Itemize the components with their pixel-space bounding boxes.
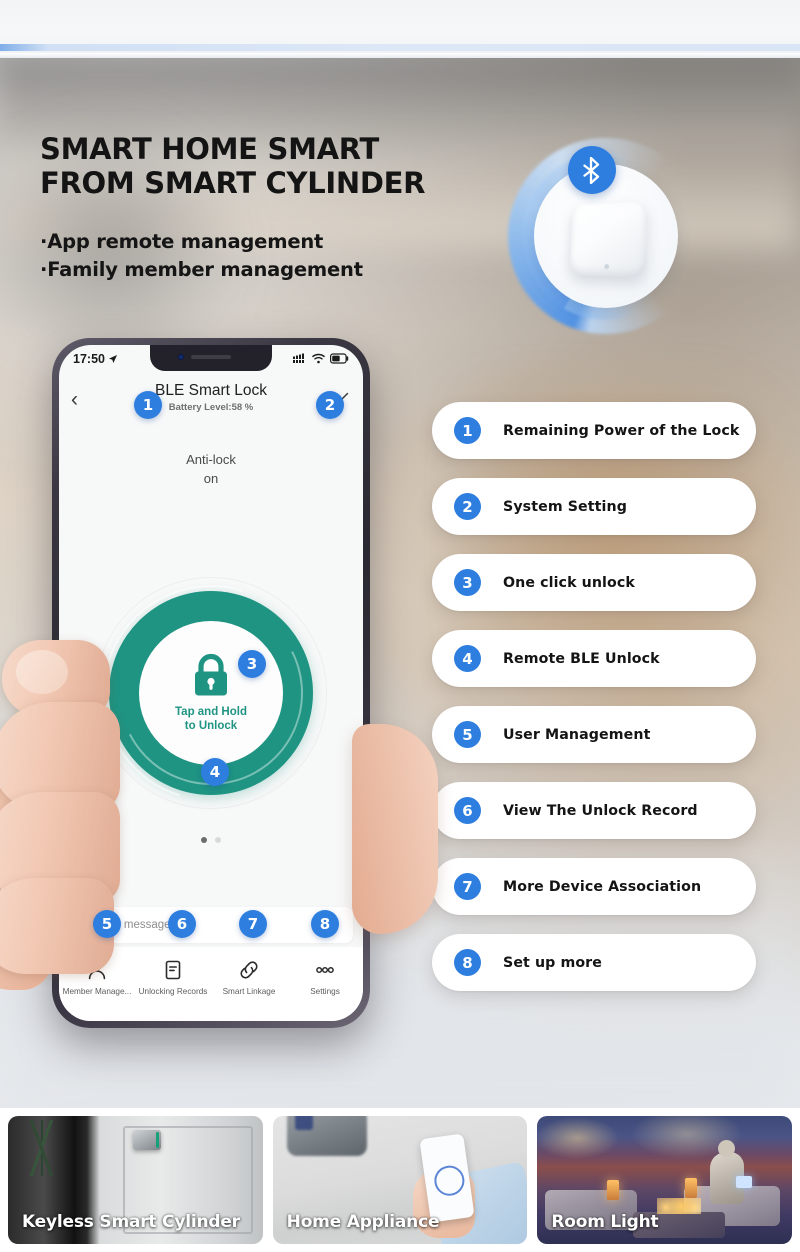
unlock-instruction-line-2: to Unlock [184, 720, 238, 732]
feature-label: One click unlock [503, 574, 635, 591]
feature-label: More Device Association [503, 878, 702, 895]
callout-badge-7: 7 [239, 910, 267, 938]
callout-badge-2: 2 [316, 391, 344, 419]
document-icon [165, 960, 181, 980]
anti-lock-status: Anti-lock on [59, 450, 363, 488]
page-dot-active[interactable] [201, 837, 207, 843]
smart-gateway-device [569, 201, 647, 278]
wifi-icon [312, 353, 325, 364]
bullet-item-2: ·Family member management [40, 258, 363, 281]
person-icon [88, 960, 106, 980]
anti-lock-label: Anti-lock [186, 452, 236, 467]
smart-lock-device [133, 1130, 161, 1150]
feature-number: 1 [454, 417, 481, 444]
anti-lock-state: on [203, 471, 219, 486]
headline-line-1: SMART HOME SMART [40, 132, 379, 166]
tab-smart-linkage[interactable]: Smart Linkage [211, 959, 287, 996]
robot-vacuum [286, 1116, 367, 1156]
top-banner-strip [0, 0, 800, 58]
tab-label: Member Manage... [62, 987, 132, 996]
callout-badge-5: 5 [93, 910, 121, 938]
blue-accent-line [0, 44, 800, 51]
feature-number: 7 [454, 873, 481, 900]
tablet-device [736, 1176, 753, 1188]
callout-badge-6: 6 [168, 910, 196, 938]
battery-icon [330, 353, 349, 364]
feature-item-5[interactable]: 5 User Management [432, 706, 756, 763]
callout-badge-3: 3 [238, 650, 266, 678]
more-dots-icon [316, 966, 334, 974]
thumbnail-caption: Keyless Smart Cylinder [22, 1212, 240, 1232]
page-dot-inactive[interactable] [215, 837, 221, 843]
feature-number: 6 [454, 797, 481, 824]
feature-item-4[interactable]: 4 Remote BLE Unlock [432, 630, 756, 687]
headline-line-2: FROM SMART CYLINDER [40, 166, 426, 200]
callout-badge-8: 8 [311, 910, 339, 938]
front-camera-icon [178, 354, 184, 360]
unlock-inner-circle[interactable]: Tap and Hold to Unlock [139, 621, 283, 765]
feature-item-7[interactable]: 7 More Device Association [432, 858, 756, 915]
application-thumbnails: Keyless Smart Cylinder Home Appliance Ro… [0, 1108, 800, 1252]
feature-number: 8 [454, 949, 481, 976]
plant-decor [20, 1120, 64, 1176]
callout-badge-1: 1 [134, 391, 162, 419]
feature-item-2[interactable]: 2 System Setting [432, 478, 756, 535]
bluetooth-gateway-graphic [508, 132, 706, 340]
thumbnail-caption: Room Light [551, 1212, 659, 1232]
thumbnail-room-light[interactable]: Room Light [537, 1116, 793, 1244]
feature-number: 2 [454, 493, 481, 520]
signal-bars-icon [293, 353, 304, 363]
earpiece-speaker [191, 355, 231, 359]
feature-item-1[interactable]: 1 Remaining Power of the Lock [432, 402, 756, 459]
feature-label: System Setting [503, 498, 627, 515]
thumbnail-home-appliance[interactable]: Home Appliance [272, 1116, 528, 1244]
tab-unlocking-records[interactable]: Unlocking Records [135, 959, 211, 996]
feature-label: Set up more [503, 954, 603, 971]
callout-badge-4: 4 [201, 758, 229, 786]
tab-label: Unlocking Records [138, 987, 208, 996]
phone-notch [150, 345, 272, 371]
tab-settings[interactable]: Settings [287, 959, 363, 996]
bottom-tab-bar: Member Manage... Unlocking Records Smart… [59, 947, 363, 1021]
padlock-icon [195, 653, 227, 696]
table-lamp-left [607, 1180, 620, 1200]
feature-number: 3 [454, 569, 481, 596]
status-bar-icons [293, 353, 349, 364]
feature-item-6[interactable]: 6 View The Unlock Record [432, 782, 756, 839]
fire-pit [657, 1198, 702, 1214]
feature-number: 4 [454, 645, 481, 672]
feature-label: View The Unlock Record [503, 802, 698, 819]
thumbnail-keyless-smart-cylinder[interactable]: Keyless Smart Cylinder [8, 1116, 263, 1244]
feature-label: Remote BLE Unlock [503, 650, 660, 667]
tab-label: Settings [310, 987, 340, 996]
table-lamp-right [685, 1178, 698, 1198]
feature-item-8[interactable]: 8 Set up more [432, 934, 756, 991]
link-icon [240, 961, 258, 979]
feature-item-3[interactable]: 3 One click unlock [432, 554, 756, 611]
page-indicator[interactable] [59, 837, 363, 843]
tab-member-management[interactable]: Member Manage... [59, 959, 135, 996]
location-arrow-icon [108, 354, 117, 363]
status-bar-time-group: 17:50 [73, 352, 118, 366]
headline-bullets: ·App remote management ·Family member ma… [40, 228, 460, 284]
bullet-item-1: ·App remote management [40, 230, 324, 253]
feature-list: 1 Remaining Power of the Lock 2 System S… [432, 402, 756, 1010]
thumbnail-caption: Home Appliance [286, 1212, 440, 1232]
status-bar-time: 17:50 [73, 351, 105, 366]
feature-number: 5 [454, 721, 481, 748]
unlock-instruction: Tap and Hold to Unlock [175, 705, 247, 733]
feature-label: User Management [503, 726, 651, 743]
feature-label: Remaining Power of the Lock [503, 422, 740, 439]
tab-label: Smart Linkage [222, 987, 276, 996]
bluetooth-icon [568, 146, 616, 194]
page-title: SMART HOME SMART FROM SMART CYLINDER [40, 132, 460, 200]
unlock-instruction-line-1: Tap and Hold [175, 706, 247, 718]
